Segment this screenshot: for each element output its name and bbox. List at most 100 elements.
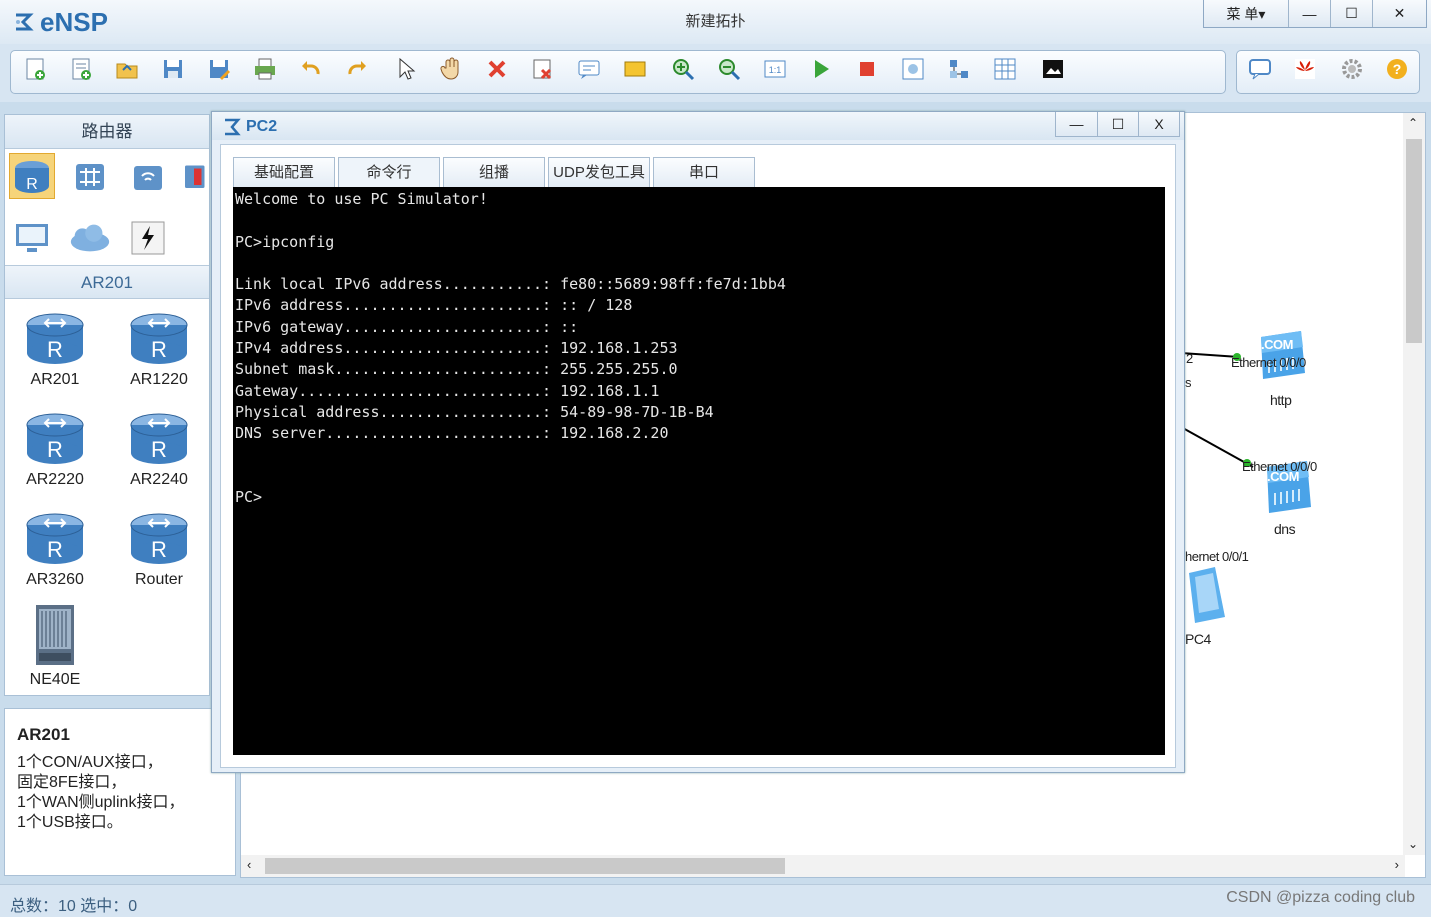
device-ar3260[interactable]: R AR3260 [5,511,105,607]
chassis-router-icon [36,605,74,665]
save-icon[interactable] [158,54,188,84]
router-icon: R [26,413,84,464]
start-icon[interactable] [806,54,836,84]
pc2-close-button[interactable]: X [1138,112,1179,136]
description-title: AR201 [17,725,70,744]
chat-icon[interactable] [1245,54,1275,84]
category-switch[interactable] [67,153,113,199]
description-line: 固定8FE接口， [17,774,127,791]
save-as-icon[interactable] [204,54,234,84]
horizontal-scrollbar[interactable]: ‹ › [241,855,1405,877]
category-wireless[interactable] [125,153,171,199]
pc2-title-bar[interactable]: PC2 — ☐ X [212,112,1184,140]
capture-icon[interactable] [898,54,928,84]
new-example-icon[interactable] [66,54,96,84]
grid-icon[interactable] [990,54,1020,84]
terminal-output[interactable]: Welcome to use PC Simulator! PC>ipconfig… [233,187,1165,755]
undo-icon[interactable] [296,54,326,84]
router-icon: R [130,313,188,364]
svg-text:?: ? [1393,61,1402,77]
tab-serial[interactable]: 串口 [653,157,755,189]
wireless-category-icon [134,166,162,190]
status-bar: 总数：10 选中：0 CSDN @pizza coding club [0,884,1431,917]
new-topology-icon[interactable] [20,54,50,84]
device-label: NE40E [29,671,81,688]
redo-icon[interactable] [342,54,372,84]
screenshot-icon[interactable] [1038,54,1068,84]
device-ne40e[interactable]: NE40E [5,603,105,699]
router-icon: R [130,513,188,564]
device-label: AR201 [30,371,80,388]
device-label: AR3260 [26,571,84,588]
vertical-scroll-thumb[interactable] [1406,139,1422,343]
pc2-maximize-button[interactable]: ☐ [1097,112,1138,136]
pc2-window-controls: — ☐ X [1055,112,1180,137]
menu-button[interactable]: 菜 单▾ [1204,0,1288,27]
settings-icon[interactable] [1337,54,1367,84]
device-description-panel: AR201 1个CON/AUX接口， 固定8FE接口， 1个WAN侧uplink… [4,708,236,876]
open-icon[interactable] [112,54,142,84]
fit-icon[interactable]: 1:1 [760,54,790,84]
scroll-down-icon[interactable]: ⌄ [1408,837,1418,851]
huawei-icon[interactable] [1290,54,1320,84]
minimize-button[interactable]: — [1288,0,1330,27]
help-icon[interactable]: ? [1382,54,1412,84]
device-label: AR2240 [130,471,188,488]
switch-category-icon [76,164,104,190]
category-connection[interactable] [125,215,171,261]
device-ar1220[interactable]: R AR1220 [109,311,209,407]
zoom-in-icon[interactable] [668,54,698,84]
delete-icon[interactable] [482,54,512,84]
pc2-minimize-button[interactable]: — [1056,112,1097,136]
pc4-name-label: PC4 [1185,631,1211,647]
description-line: 1个USB接口。 [17,814,123,831]
device-label: Router [134,571,184,588]
scroll-left-icon[interactable]: ‹ [247,857,251,872]
vertical-scrollbar[interactable]: ⌃ ⌄ [1403,113,1425,855]
stop-icon[interactable] [852,54,882,84]
zoom-out-icon[interactable] [714,54,744,84]
device-ar2220[interactable]: R AR2220 [5,411,105,507]
scroll-up-icon[interactable]: ⌃ [1408,116,1418,130]
category-firewall[interactable] [179,153,209,199]
device-sidebar: 路由器 R AR201 R AR201 R AR1220 R AR2220 R … [4,114,210,696]
category-router[interactable]: R [9,153,55,199]
device-ar2240[interactable]: R AR2240 [109,411,209,507]
router-icon: R [26,513,84,564]
tab-udp-tool[interactable]: UDP发包工具 [548,157,650,189]
svg-text:R: R [26,176,38,193]
com-label: .COM [1261,337,1293,352]
dns-port-label: Ethernet 0/0/0 [1242,459,1317,474]
topology-icon[interactable] [944,54,974,84]
http-name-label: http [1270,392,1292,408]
pc4-device[interactable] [1185,565,1229,627]
category-pc[interactable] [9,215,55,261]
tab-multicast[interactable]: 组播 [443,157,545,189]
horizontal-scroll-thumb[interactable] [265,858,785,874]
device-ar201[interactable]: R AR201 [5,311,105,407]
close-button[interactable]: ✕ [1372,0,1426,27]
http-port-label: Ethernet 0/0/0 [1231,355,1306,370]
svg-text:R: R [151,537,167,562]
svg-text:R: R [151,337,167,362]
select-icon[interactable] [390,54,420,84]
watermark-text: CSDN @pizza coding club [1226,889,1415,906]
pc4-port-label: hernet 0/0/1 [1185,549,1249,564]
pc2-body: 基础配置 命令行 组播 UDP发包工具 串口 Welcome to use PC… [220,144,1176,768]
pan-icon[interactable] [436,54,466,84]
text-icon[interactable] [574,54,604,84]
category-cloud[interactable] [67,215,113,261]
print-icon[interactable] [250,54,280,84]
tab-command-line[interactable]: 命令行 [338,157,440,189]
maximize-button[interactable]: ☐ [1330,0,1372,27]
description-line: 1个CON/AUX接口， [17,754,163,771]
window-controls: 菜 单▾ — ☐ ✕ [1203,0,1427,28]
tab-basic-config[interactable]: 基础配置 [233,157,335,189]
status-counts: 总数：10 选中：0 [10,898,138,915]
delete-connection-icon[interactable] [528,54,558,84]
device-router[interactable]: R Router [109,511,209,607]
scroll-right-icon[interactable]: › [1395,857,1399,872]
router-category-icon: R [15,161,49,193]
rectangle-icon[interactable] [620,54,650,84]
dns-name-label: dns [1274,521,1296,537]
